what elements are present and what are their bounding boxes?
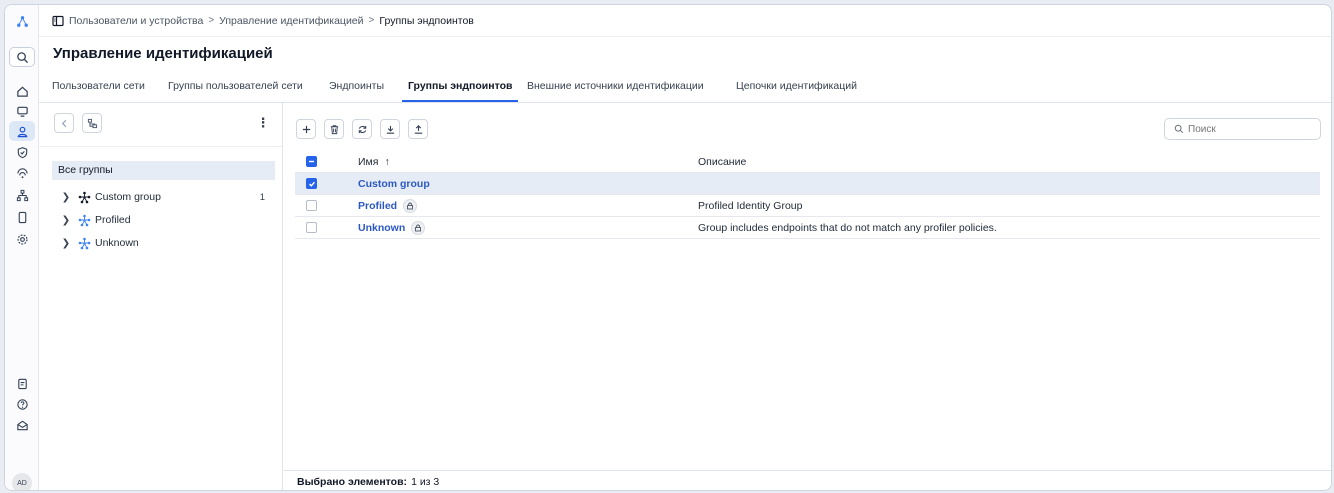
export-button[interactable] [408, 119, 428, 139]
row-checkbox[interactable] [306, 222, 317, 233]
tab-endpoint-groups[interactable]: Группы эндпоинтов [402, 75, 519, 102]
group-link[interactable]: Profiled [358, 200, 397, 212]
select-all-checkbox[interactable] [306, 156, 317, 167]
row-checkbox[interactable] [306, 178, 317, 189]
tab-endpoints[interactable]: Эндпоинты [329, 75, 384, 102]
avatar[interactable]: AD [12, 473, 32, 490]
table-header-row: Имя ↑ Описание [295, 151, 1320, 173]
wireless-icon[interactable] [9, 163, 35, 183]
selection-label: Выбрано элементов: [297, 475, 408, 488]
lock-icon [411, 220, 426, 235]
add-button[interactable] [296, 119, 316, 139]
column-header-label: Имя [358, 155, 379, 168]
breadcrumb-current: Группы эндпоинтов [379, 14, 474, 27]
sort-ascending-icon[interactable]: ↑ [384, 156, 389, 168]
import-button[interactable] [380, 119, 400, 139]
tab-network-users[interactable]: Пользователи сети [52, 75, 145, 102]
breadcrumb-separator: > [368, 15, 375, 26]
group-link[interactable]: Custom group [358, 178, 430, 190]
sidebar-toggle-icon[interactable] [52, 15, 64, 27]
tree-view-button[interactable] [82, 113, 102, 133]
endpoint-groups-table-panel: Имя ↑ Описание Custom group Profiled [284, 103, 1331, 490]
tree-item-all-groups[interactable]: Все группы [52, 161, 275, 180]
group-tree-panel: ⋮ Все группы ❯ Custom group 1 ❯ Profiled… [39, 103, 283, 490]
page-title: Управление идентификацией [53, 45, 273, 62]
tree-item[interactable]: ❯ Profiled [52, 210, 275, 230]
help-icon[interactable] [9, 394, 35, 414]
table-row[interactable]: Unknown Group includes endpoints that do… [295, 217, 1320, 239]
chevron-right-icon[interactable]: ❯ [59, 238, 73, 249]
tree-item-count: 1 [259, 191, 265, 203]
breadcrumb-separator: > [208, 15, 215, 26]
app-window: AD Пользователи и устройства > Управлени… [4, 4, 1332, 491]
home-icon[interactable] [9, 81, 35, 101]
tab-identity-chains[interactable]: Цепочки идентификаций [736, 75, 857, 102]
column-header-name[interactable]: Имя ↑ [358, 156, 390, 168]
delete-button[interactable] [324, 119, 344, 139]
divider [39, 146, 282, 147]
refresh-button[interactable] [352, 119, 372, 139]
app-logo-icon[interactable] [9, 11, 35, 31]
table-row[interactable]: Custom group [295, 173, 1320, 195]
mail-icon[interactable] [9, 415, 35, 435]
lock-icon [403, 198, 418, 213]
group-link[interactable]: Unknown [358, 222, 405, 234]
search-icon[interactable] [9, 47, 35, 67]
users-icon[interactable] [9, 121, 35, 141]
group-icon [77, 236, 91, 250]
group-icon [77, 213, 91, 227]
more-options-icon[interactable]: ⋮ [257, 115, 270, 130]
breadcrumb-item[interactable]: Управление идентификацией [219, 15, 363, 27]
tree-item-label: Custom group [95, 191, 161, 203]
row-checkbox[interactable] [306, 200, 317, 211]
network-icon[interactable] [9, 185, 35, 205]
tree-item[interactable]: ❯ Custom group 1 [52, 187, 275, 207]
tree-item-label: Profiled [95, 214, 131, 226]
chevron-right-icon[interactable]: ❯ [59, 215, 73, 226]
group-icon [77, 190, 91, 204]
table-row[interactable]: Profiled Profiled Identity Group [295, 195, 1320, 217]
column-header-description[interactable]: Описание [698, 156, 746, 168]
breadcrumb-item[interactable]: Пользователи и устройства [69, 15, 203, 27]
settings-icon[interactable] [9, 229, 35, 249]
cell-description: Group includes endpoints that do not mat… [698, 221, 997, 234]
tab-network-user-groups[interactable]: Группы пользователей сети [168, 75, 303, 102]
cell-name: Custom group [358, 178, 430, 190]
cell-name: Profiled [358, 198, 418, 213]
cell-name: Unknown [358, 220, 426, 235]
left-nav-rail: AD [5, 5, 39, 490]
tab-bar: Пользователи сети Группы пользователей с… [39, 75, 1331, 103]
tree-item-label: Unknown [95, 237, 139, 249]
cell-description: Profiled Identity Group [698, 199, 803, 212]
tree-item[interactable]: ❯ Unknown [52, 233, 275, 253]
tab-external-identity-sources[interactable]: Внешние источники идентификации [527, 75, 704, 102]
clipboard-icon[interactable] [9, 373, 35, 393]
search-input[interactable] [1188, 123, 1308, 135]
selection-count: 1 из 3 [411, 475, 440, 488]
search-field[interactable] [1164, 118, 1321, 140]
shield-icon[interactable] [9, 142, 35, 162]
collapse-panel-button[interactable] [54, 113, 74, 133]
device-icon[interactable] [9, 207, 35, 227]
monitor-icon[interactable] [9, 101, 35, 121]
chevron-right-icon[interactable]: ❯ [59, 192, 73, 203]
search-icon [1174, 124, 1184, 134]
selection-footer: Выбрано элементов: 1 из 3 [284, 470, 1331, 490]
breadcrumb: Пользователи и устройства > Управление и… [39, 5, 1331, 37]
